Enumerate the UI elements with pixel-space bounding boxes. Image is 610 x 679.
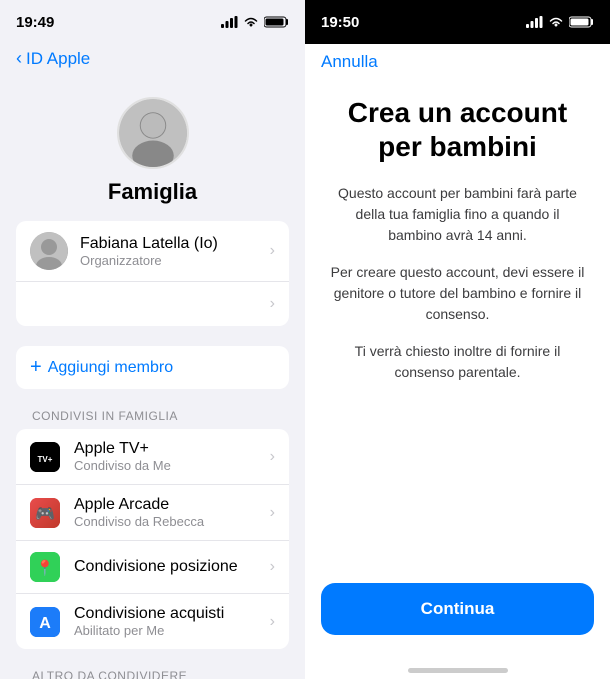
description-1: Questo account per bambini farà parte de… — [329, 183, 586, 246]
appstore-icon-shared: A — [30, 607, 60, 637]
svg-text:TV+: TV+ — [38, 455, 53, 464]
location-icon: 📍 — [30, 552, 60, 582]
other-section-label: ALTRO DA CONDIVIDERE — [0, 669, 305, 679]
add-member-label: Aggiungi membro — [48, 359, 173, 377]
description-3: Ti verrà chiesto inoltre di fornire il c… — [329, 341, 586, 383]
add-plus-icon: + — [30, 356, 42, 379]
shared-item-0[interactable]: TV+ Apple TV+ Condiviso da Me › — [16, 429, 289, 485]
shared-item-3[interactable]: A Condivisione acquisti Abilitato per Me… — [16, 594, 289, 649]
signal-icon-right — [526, 16, 543, 28]
svg-text:A: A — [39, 615, 51, 632]
svg-text:📍: 📍 — [36, 559, 55, 577]
shared-chevron-2: › — [270, 558, 275, 576]
back-label: ID Apple — [26, 49, 90, 69]
shared-item-title-1: Apple Arcade — [74, 496, 270, 514]
left-content: Famiglia Fabiana Latella (Io) Organizzat… — [0, 77, 305, 679]
member-name-0: Fabiana Latella (Io) — [80, 235, 270, 253]
right-content: Crea un account per bambini Questo accou… — [305, 76, 610, 571]
tvplus-icon: TV+ — [30, 442, 60, 472]
left-panel: 19:49 ‹ ID — [0, 0, 305, 679]
shared-item-title-0: Apple TV+ — [74, 440, 270, 458]
signal-icon — [221, 16, 238, 28]
shared-item-text-0: Apple TV+ Condiviso da Me — [74, 440, 270, 473]
shared-item-subtitle-0: Condiviso da Me — [74, 458, 270, 473]
shared-item-subtitle-1: Condiviso da Rebecca — [74, 514, 270, 529]
shared-items-card: TV+ Apple TV+ Condiviso da Me › 🎮 Apple … — [16, 429, 289, 649]
member-avatar-0 — [30, 232, 68, 270]
shared-item-text-2: Condivisione posizione — [74, 558, 270, 576]
battery-icon-right — [569, 16, 594, 28]
status-bar-right: 19:50 — [305, 0, 610, 44]
member-text-0: Fabiana Latella (Io) Organizzatore — [80, 235, 270, 268]
bottom-button-area: Continua — [305, 571, 610, 659]
profile-name: Famiglia — [108, 179, 197, 205]
shared-item-text-1: Apple Arcade Condiviso da Rebecca — [74, 496, 270, 529]
shared-chevron-0: › — [270, 448, 275, 466]
home-bar — [408, 668, 508, 673]
shared-item-2[interactable]: 📍 Condivisione posizione › — [16, 541, 289, 594]
page-title: Crea un account per bambini — [329, 96, 586, 163]
add-member-row[interactable]: + Aggiungi membro — [16, 346, 289, 389]
arcade-icon: 🎮 — [30, 498, 60, 528]
wifi-icon — [243, 16, 259, 28]
time-left: 19:49 — [16, 14, 54, 31]
avatar-image — [119, 99, 187, 167]
avatar — [117, 97, 189, 169]
chevron-icon-0: › — [270, 242, 275, 260]
status-icons-right — [526, 16, 594, 28]
shared-item-subtitle-3: Abilitato per Me — [74, 623, 270, 638]
shared-item-text-3: Condivisione acquisti Abilitato per Me — [74, 605, 270, 638]
nav-bar-left: ‹ ID Apple — [0, 44, 305, 77]
members-card: Fabiana Latella (Io) Organizzatore › › — [16, 221, 289, 326]
right-panel: 19:50 Annulla Crea un account — [305, 0, 610, 679]
shared-item-1[interactable]: 🎮 Apple Arcade Condiviso da Rebecca › — [16, 485, 289, 541]
wifi-icon-right — [548, 16, 564, 28]
continue-button[interactable]: Continua — [321, 583, 594, 635]
shared-item-title-3: Condivisione acquisti — [74, 605, 270, 623]
nav-bar-right: Annulla — [305, 44, 610, 76]
shared-chevron-3: › — [270, 613, 275, 631]
shared-item-title-2: Condivisione posizione — [74, 558, 270, 576]
status-icons-left — [221, 16, 289, 28]
time-right: 19:50 — [321, 14, 359, 31]
shared-chevron-1: › — [270, 504, 275, 522]
description-2: Per creare questo account, devi essere i… — [329, 262, 586, 325]
member-item-0[interactable]: Fabiana Latella (Io) Organizzatore › — [16, 221, 289, 282]
battery-icon — [264, 16, 289, 28]
back-chevron-icon: ‹ — [16, 48, 22, 69]
chevron-icon-1: › — [270, 295, 275, 313]
cancel-button[interactable]: Annulla — [321, 52, 378, 71]
svg-text:🎮: 🎮 — [35, 506, 55, 523]
home-indicator-right — [305, 659, 610, 679]
back-link[interactable]: ‹ ID Apple — [16, 48, 90, 69]
status-bar-left: 19:49 — [0, 0, 305, 44]
shared-section-label: CONDIVISI IN FAMIGLIA — [0, 409, 305, 429]
profile-section: Famiglia — [0, 77, 305, 221]
member-item-1[interactable]: › — [16, 282, 289, 326]
member-role-0: Organizzatore — [80, 253, 270, 268]
